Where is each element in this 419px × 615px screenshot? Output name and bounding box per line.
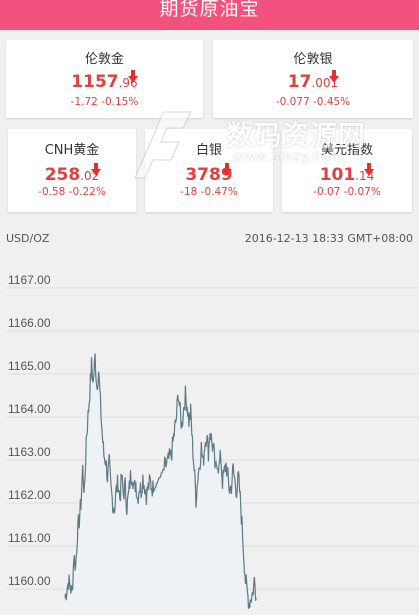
- quote-change: -0.077 -0.45%: [213, 96, 413, 108]
- quote-change: -0.07 -0.07%: [282, 186, 412, 198]
- watermark-text: 数码资源网: [226, 121, 366, 152]
- quote-price: 258.02: [8, 165, 136, 185]
- quote-change: -18 -0.47%: [145, 186, 273, 198]
- quote-change-percent: -0.15%: [101, 96, 139, 108]
- watermark-url: www.smzy.com: [233, 150, 344, 165]
- quote-change-value: -0.077: [275, 96, 310, 108]
- quote-price-main: 101: [319, 165, 356, 185]
- quote-price-main: 1157: [71, 72, 119, 92]
- y-tick-label: 1161.00: [8, 531, 51, 545]
- quote-change: -0.58 -0.22%: [8, 186, 136, 198]
- app-title: 期货原油宝: [159, 0, 260, 20]
- chart-timestamp: 2016-12-13 18:33 GMT+08:00: [244, 232, 413, 245]
- quote-price-main: 17: [287, 72, 312, 92]
- quote-name: 伦敦银: [293, 52, 333, 67]
- down-arrow-icon: [128, 70, 138, 83]
- quote-card-london-silver[interactable]: 伦敦银 17.001 -0.077 -0.45%: [213, 40, 413, 118]
- watermark-logo-icon: [134, 111, 192, 179]
- quote-change-value: -0.07: [313, 186, 341, 198]
- quote-price: 101.14: [282, 165, 412, 185]
- down-arrow-icon: [364, 163, 374, 176]
- quote-price: 17.001: [213, 72, 413, 92]
- y-tick-label: 1163.00: [8, 445, 51, 459]
- price-line-chart[interactable]: 1167.00 1166.00 1165.00 1164.00 1163.00 1162.…: [0, 250, 419, 615]
- quote-change-percent: -0.22%: [68, 186, 106, 198]
- down-arrow-icon: [329, 70, 339, 83]
- quote-change-percent: -0.07%: [343, 186, 381, 198]
- y-tick-label: 1162.00: [8, 488, 51, 502]
- quote-change-value: -1.72: [70, 96, 98, 108]
- y-tick-label: 1166.00: [8, 316, 51, 330]
- chart-unit-label: USD/OZ: [6, 232, 50, 245]
- quote-change-value: -0.58: [38, 186, 66, 198]
- quote-name: 伦敦金: [84, 52, 124, 67]
- y-axis-labels: 1167.00 1166.00 1165.00 1164.00 1163.00 1162.…: [8, 273, 51, 588]
- quote-change-percent: -0.47%: [200, 186, 238, 198]
- y-tick-label: 1167.00: [8, 273, 51, 287]
- app-header: 期货原油宝: [0, 0, 419, 30]
- quote-name: CNH黄金: [44, 143, 100, 158]
- down-arrow-icon: [222, 163, 232, 176]
- quote-change: -1.72 -0.15%: [6, 96, 203, 108]
- quote-card-cnh-gold[interactable]: CNH黄金 258.02 -0.58 -0.22%: [8, 129, 136, 212]
- price-area-fill: [65, 353, 257, 615]
- y-tick-label: 1160.00: [8, 574, 51, 588]
- quote-card-london-gold[interactable]: 伦敦金 1157.96 -1.72 -0.15%: [6, 40, 203, 118]
- quote-change-percent: -0.45%: [313, 96, 351, 108]
- quote-price: 1157.96: [6, 72, 203, 92]
- quote-change-value: -18: [180, 186, 198, 198]
- y-tick-label: 1164.00: [8, 402, 51, 416]
- quote-price-main: 258: [44, 165, 81, 185]
- down-arrow-icon: [91, 163, 101, 176]
- y-tick-label: 1165.00: [8, 359, 51, 373]
